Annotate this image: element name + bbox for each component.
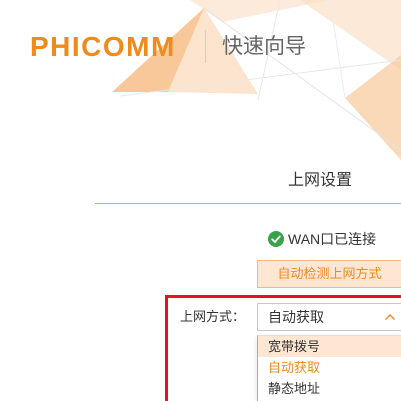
connection-type-value: 自动获取 [268,309,324,325]
section-title: 上网设置 [287,172,352,189]
option-static-ip[interactable]: 静态地址 [258,378,401,399]
phicomm-logo: PHICOMM [30,31,176,62]
wan-status: WAN口已连接 [268,230,376,248]
option-pppoe[interactable]: 宽带拨号 [258,336,401,357]
auto-detect-button[interactable]: 自动检测上网方式 [257,260,401,288]
page-title: 快速向导 [222,35,306,58]
header-divider [205,30,206,63]
connection-type-dropdown: 宽带拨号 自动获取 静态地址 [257,335,401,401]
connection-type-select[interactable]: 自动获取 [257,303,401,331]
chevron-up-icon [385,314,395,320]
connection-type-label: 上网方式： [180,309,246,324]
check-circle-icon [268,231,284,247]
decor-triangle [300,0,401,70]
option-dhcp[interactable]: 自动获取 [258,357,401,378]
section-divider [95,203,401,204]
wan-status-text: WAN口已连接 [288,231,377,247]
